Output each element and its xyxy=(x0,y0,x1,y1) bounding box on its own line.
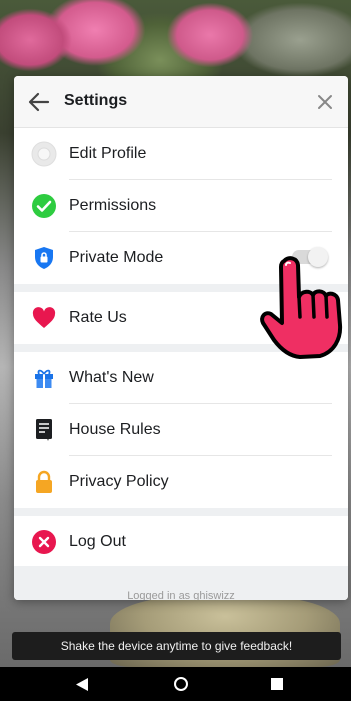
log-out-item[interactable]: Log Out xyxy=(14,516,348,568)
edit-profile-label: Edit Profile xyxy=(69,145,147,162)
edit-profile-item[interactable]: Edit Profile xyxy=(14,128,348,180)
house-rules-label: House Rules xyxy=(69,421,161,438)
log-out-label: Log Out xyxy=(69,533,126,550)
heart-icon xyxy=(31,305,57,331)
avatar-icon xyxy=(31,141,57,167)
private-mode-item[interactable]: Private Mode xyxy=(14,232,348,284)
page-title: Settings xyxy=(64,92,128,109)
nav-recents-icon[interactable] xyxy=(271,678,283,690)
section-gap xyxy=(14,344,348,352)
privacy-policy-item[interactable]: Privacy Policy xyxy=(14,456,348,508)
rules-doc-icon xyxy=(31,417,57,443)
snackbar-text: Shake the device anytime to give feedbac… xyxy=(60,639,293,653)
whats-new-item[interactable]: What's New xyxy=(14,352,348,404)
section-gap xyxy=(14,284,348,292)
close-icon[interactable] xyxy=(316,93,334,111)
whats-new-label: What's New xyxy=(69,369,154,386)
privacy-policy-label: Privacy Policy xyxy=(69,473,169,490)
private-mode-toggle[interactable] xyxy=(292,247,328,267)
private-mode-label: Private Mode xyxy=(69,249,164,266)
settings-dialog: Settings Edit Profile Permissions Privat… xyxy=(14,76,348,600)
nav-back-icon[interactable] xyxy=(76,678,88,691)
logged-in-text: Logged in as ghiswizz xyxy=(127,590,235,600)
dialog-header: Settings xyxy=(14,76,348,128)
settings-section-feedback: Rate Us xyxy=(14,292,348,344)
toggle-knob xyxy=(308,247,328,267)
feedback-snackbar: Shake the device anytime to give feedbac… xyxy=(12,632,341,660)
settings-section-logout: Log Out xyxy=(14,516,348,568)
back-arrow-icon[interactable] xyxy=(28,91,50,113)
rate-us-label: Rate Us xyxy=(69,309,127,326)
gift-icon xyxy=(31,365,57,391)
shield-icon xyxy=(31,245,57,271)
card-footer: Logged in as ghiswizz xyxy=(14,566,348,600)
settings-section-account: Edit Profile Permissions Private Mode xyxy=(14,128,348,284)
rate-us-item[interactable]: Rate Us xyxy=(14,292,348,344)
section-gap xyxy=(14,508,348,516)
lock-icon xyxy=(31,469,57,495)
permissions-label: Permissions xyxy=(69,197,157,214)
logout-icon xyxy=(31,529,57,555)
settings-section-info: What's New House Rules Privacy Policy xyxy=(14,352,348,508)
permissions-item[interactable]: Permissions xyxy=(14,180,348,232)
nav-home-icon[interactable] xyxy=(174,677,188,691)
android-nav-bar xyxy=(0,667,351,701)
check-circle-icon xyxy=(31,193,57,219)
house-rules-item[interactable]: House Rules xyxy=(14,404,348,456)
